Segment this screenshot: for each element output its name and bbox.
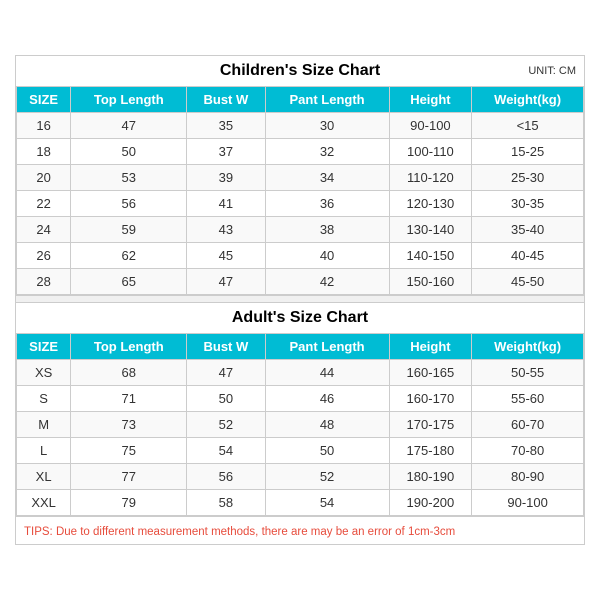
table-row: 24594338130-14035-40 — [17, 217, 584, 243]
adults-col-size: SIZE — [17, 334, 71, 360]
adults-table-header: SIZE Top Length Bust W Pant Length Heigh… — [17, 334, 584, 360]
adults-col-bust-w: Bust W — [187, 334, 265, 360]
unit-label: UNIT: CM — [528, 65, 576, 77]
table-row: 20533934110-12025-30 — [17, 165, 584, 191]
tips-row: TIPS: Due to different measurement metho… — [16, 516, 584, 544]
table-row: 22564136120-13030-35 — [17, 191, 584, 217]
adults-col-weight: Weight(kg) — [472, 334, 584, 360]
children-col-height: Height — [389, 87, 472, 113]
size-chart-container: Children's Size Chart UNIT: CM SIZE Top … — [15, 55, 585, 545]
table-row: 26624540140-15040-45 — [17, 243, 584, 269]
adults-col-top-length: Top Length — [71, 334, 187, 360]
children-col-size: SIZE — [17, 87, 71, 113]
table-row: 28654742150-16045-50 — [17, 269, 584, 295]
adults-header-row: SIZE Top Length Bust W Pant Length Heigh… — [17, 334, 584, 360]
children-title: Children's Size Chart — [220, 62, 380, 79]
children-col-weight: Weight(kg) — [472, 87, 584, 113]
table-row: L755450175-18070-80 — [17, 438, 584, 464]
adults-col-height: Height — [389, 334, 472, 360]
tips-text: TIPS: Due to different measurement metho… — [24, 526, 455, 538]
table-row: XXL795854190-20090-100 — [17, 490, 584, 516]
table-row: M735248170-17560-70 — [17, 412, 584, 438]
children-title-row: Children's Size Chart UNIT: CM — [16, 56, 584, 86]
children-table-header: SIZE Top Length Bust W Pant Length Heigh… — [17, 87, 584, 113]
children-col-pant-length: Pant Length — [265, 87, 389, 113]
adults-table-body: XS684744160-16550-55S715046160-17055-60M… — [17, 360, 584, 516]
children-col-top-length: Top Length — [71, 87, 187, 113]
children-header-row: SIZE Top Length Bust W Pant Length Heigh… — [17, 87, 584, 113]
children-table-body: 1647353090-100<1518503732100-11015-25205… — [17, 113, 584, 295]
section-divider — [16, 295, 584, 303]
adults-col-pant-length: Pant Length — [265, 334, 389, 360]
adults-table: SIZE Top Length Bust W Pant Length Heigh… — [16, 333, 584, 516]
adults-title-row: Adult's Size Chart — [16, 303, 584, 333]
adults-title: Adult's Size Chart — [232, 309, 368, 326]
table-row: S715046160-17055-60 — [17, 386, 584, 412]
table-row: 18503732100-11015-25 — [17, 139, 584, 165]
children-table: SIZE Top Length Bust W Pant Length Heigh… — [16, 86, 584, 295]
table-row: 1647353090-100<15 — [17, 113, 584, 139]
table-row: XS684744160-16550-55 — [17, 360, 584, 386]
children-col-bust-w: Bust W — [187, 87, 265, 113]
table-row: XL775652180-19080-90 — [17, 464, 584, 490]
